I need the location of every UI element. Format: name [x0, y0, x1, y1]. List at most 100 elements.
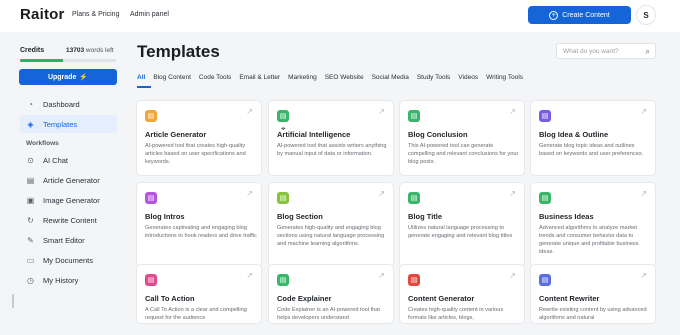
template-title: Content Generator	[408, 294, 475, 303]
arrow-up-right-icon[interactable]: ↗	[640, 107, 647, 116]
sidebar-scrollbar[interactable]	[12, 294, 14, 308]
sidebar-item-article-generator[interactable]: ▤ Article Generator	[20, 171, 117, 189]
template-card[interactable]: ▤ ↗ Content Rewriter Rewrite existing conte…	[530, 264, 656, 324]
credits-unit: words left	[85, 47, 114, 54]
sidebar-item-image-generator[interactable]: ▣ Image Generator	[20, 191, 117, 209]
sidebar-item-label: My Documents	[43, 255, 94, 265]
credits-count: 13703 words left	[66, 47, 114, 54]
sidebar-item-templates[interactable]: ◈ Templates	[20, 115, 117, 133]
upgrade-button[interactable]: Upgrade ⚡	[19, 69, 117, 85]
template-title: Business Ideas	[539, 212, 594, 221]
template-icon: ▤	[408, 274, 420, 286]
template-title: Article Generator	[145, 130, 207, 139]
tab-all[interactable]: All	[137, 74, 145, 86]
sidebar-item-ai-chat[interactable]: ⊙ AI Chat	[20, 151, 117, 169]
template-card[interactable]: ▤ ↗ Business Ideas Advanced algorithms to a…	[530, 182, 656, 268]
template-description: Generates captivating and engaging blog …	[145, 225, 257, 239]
workflows-heading: Workflows	[26, 140, 59, 147]
template-card[interactable]: ▤ ↗ Code Explainer Code Explainer is an AI-…	[268, 264, 394, 324]
bolt-icon: ⚡	[79, 74, 89, 81]
template-card[interactable]: ▤ ↗ Blog Section Generates high-quality and…	[268, 182, 394, 268]
search-icon[interactable]: ⌕	[646, 47, 650, 57]
dashboard-icon: ◔	[28, 99, 33, 109]
tab-marketing[interactable]: Marketing	[288, 74, 317, 86]
tab-videos[interactable]: Videos	[458, 74, 478, 86]
sidebar-item-label: Templates	[43, 119, 78, 129]
template-title: Blog Idea & Outline	[539, 130, 609, 139]
sidebar-item-label: Rewrite Content	[43, 215, 97, 225]
top-bar: Raitor Plans & Pricing Admin panel + Cre…	[0, 0, 680, 32]
arrow-up-right-icon[interactable]: ↗	[246, 271, 253, 280]
edit-icon: ✎	[27, 235, 34, 245]
arrow-up-right-icon[interactable]: ↗	[246, 189, 253, 198]
template-description: Advanced algorithms to analyze market tr…	[539, 225, 639, 255]
nav-plans-pricing[interactable]: Plans & Pricing	[72, 11, 119, 18]
template-icon: ▤	[145, 110, 157, 122]
avatar[interactable]: S	[636, 5, 656, 25]
template-icon: ▤	[277, 192, 289, 204]
sidebar-item-dashboard[interactable]: ◔ Dashboard	[20, 95, 117, 113]
template-title: Blog Conclusion	[408, 130, 468, 139]
sidebar-item-label: AI Chat	[43, 155, 69, 165]
logo[interactable]: Raitor	[20, 6, 65, 23]
tab-email-letter[interactable]: Email & Letter	[239, 74, 280, 86]
template-card[interactable]: ▤ ↗ Blog Title Utilizes natural language pr…	[399, 182, 525, 268]
sidebar-item-smart-editor[interactable]: ✎ Smart Editor	[20, 231, 117, 249]
sidebar-item-label: My History	[43, 275, 79, 285]
folder-icon: ▭	[26, 255, 35, 265]
template-card[interactable]: ▤ ↗ Article Generator AI-powered tool that …	[136, 100, 262, 176]
tab-seo-website[interactable]: SEO Website	[325, 74, 364, 86]
arrow-up-right-icon[interactable]: ↗	[246, 107, 253, 116]
tab-code-tools[interactable]: Code Tools	[199, 74, 231, 86]
layers-icon: ◈	[27, 119, 34, 129]
template-description: A Call To Action is a clear and compelli…	[145, 307, 247, 321]
mouse-cursor-icon: ⌖	[281, 124, 286, 133]
active-tab-indicator	[137, 86, 151, 88]
tab-study-tools[interactable]: Study Tools	[417, 74, 450, 86]
template-description: Code Explainer is an AI-powered tool tha…	[277, 307, 380, 321]
sidebar-item-label: Dashboard	[43, 99, 80, 109]
template-card[interactable]: ▤ ↗ Blog Conclusion This AI-powered tool ca…	[399, 100, 525, 176]
sidebar-item-my-history[interactable]: ◷ My History	[20, 271, 117, 289]
plus-icon: +	[549, 10, 559, 20]
arrow-up-right-icon[interactable]: ↗	[509, 107, 516, 116]
template-description: This AI-powered tool can generate compel…	[408, 143, 519, 165]
arrow-up-right-icon[interactable]: ↗	[378, 107, 385, 116]
sidebar-item-rewrite-content[interactable]: ↻ Rewrite Content	[20, 211, 117, 229]
refresh-icon: ↻	[27, 215, 34, 225]
credits-progress	[20, 59, 116, 62]
arrow-up-right-icon[interactable]: ↗	[378, 189, 385, 198]
template-title: Call To Action	[145, 294, 195, 303]
template-card[interactable]: ▤ ↗ Artificial Intelligence AI-powered tool…	[268, 100, 394, 176]
template-description: Generates high-quality and engaging blog…	[277, 225, 385, 247]
category-tabs: All Blog Content Code Tools Email & Lett…	[137, 74, 531, 86]
arrow-up-right-icon[interactable]: ↗	[378, 271, 385, 280]
create-content-button[interactable]: + Create Content	[528, 6, 631, 24]
arrow-up-right-icon[interactable]: ↗	[509, 189, 516, 198]
tab-blog-content[interactable]: Blog Content	[153, 74, 191, 86]
template-card[interactable]: ▤ ↗ Call To Action A Call To Action is a cl…	[136, 264, 262, 324]
template-description: Utilizes natural language processing to …	[408, 225, 513, 239]
arrow-up-right-icon[interactable]: ↗	[640, 271, 647, 280]
tab-writing-tools[interactable]: Writing Tools	[486, 74, 523, 86]
sidebar-item-my-documents[interactable]: ▭ My Documents	[20, 251, 117, 269]
template-title: Artificial Intelligence	[277, 130, 351, 139]
template-icon: ▤	[539, 192, 551, 204]
arrow-up-right-icon[interactable]: ↗	[640, 189, 647, 198]
arrow-up-right-icon[interactable]: ↗	[509, 271, 516, 280]
template-icon: ▤	[277, 274, 289, 286]
template-icon: ▤	[408, 110, 420, 122]
template-icon: ▤	[145, 192, 157, 204]
nav-admin-panel[interactable]: Admin panel	[130, 11, 169, 18]
template-card[interactable]: ▤ ↗ Blog Idea & Outline Generate blog topic…	[530, 100, 656, 176]
search-input[interactable]: What do you want? ⌕	[556, 43, 656, 59]
history-icon: ◷	[27, 275, 34, 285]
create-content-label: Create Content	[562, 11, 610, 19]
template-card[interactable]: ▤ ↗ Blog Intros Generates captivating and e…	[136, 182, 262, 268]
template-icon: ▤	[277, 110, 289, 122]
sidebar: Credits 13703 words left Upgrade ⚡ ◔ Das…	[0, 32, 125, 335]
template-description: AI-powered tool that assists writers any…	[277, 143, 387, 157]
tab-social-media[interactable]: Social Media	[372, 74, 409, 86]
template-card[interactable]: ▤ ↗ Content Generator Creates high-quality …	[399, 264, 525, 324]
credits-label: Credits	[20, 47, 45, 54]
